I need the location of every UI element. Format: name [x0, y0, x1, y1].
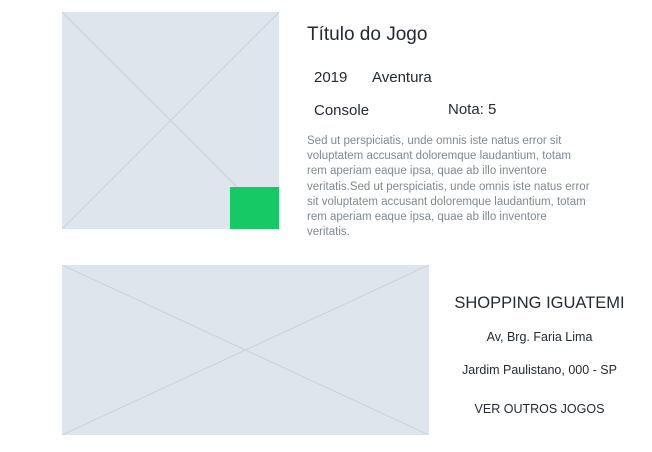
game-genre: Aventura	[372, 69, 432, 86]
green-badge	[230, 187, 279, 229]
game-platform: Console	[314, 102, 370, 119]
game-year: 2019	[314, 69, 348, 86]
more-games-link[interactable]: VER OUTROS JOGOS	[430, 402, 649, 416]
store-district: Jardim Paulistano, 000 - SP	[462, 363, 617, 377]
store-name: SHOPPING IGUATEMI	[454, 294, 625, 312]
image-placeholder-icon	[62, 265, 429, 435]
page: Título do Jogo 2019 Aventura Console Not…	[0, 0, 652, 452]
game-description: Sed ut perspiciatis, unde omnis iste nat…	[307, 135, 590, 239]
game-title: Título do Jogo	[307, 24, 428, 45]
store-street: Av, Brg. Faria Lima	[486, 330, 593, 344]
game-rating: Nota: 5	[448, 101, 497, 118]
store-image-placeholder	[62, 265, 429, 435]
